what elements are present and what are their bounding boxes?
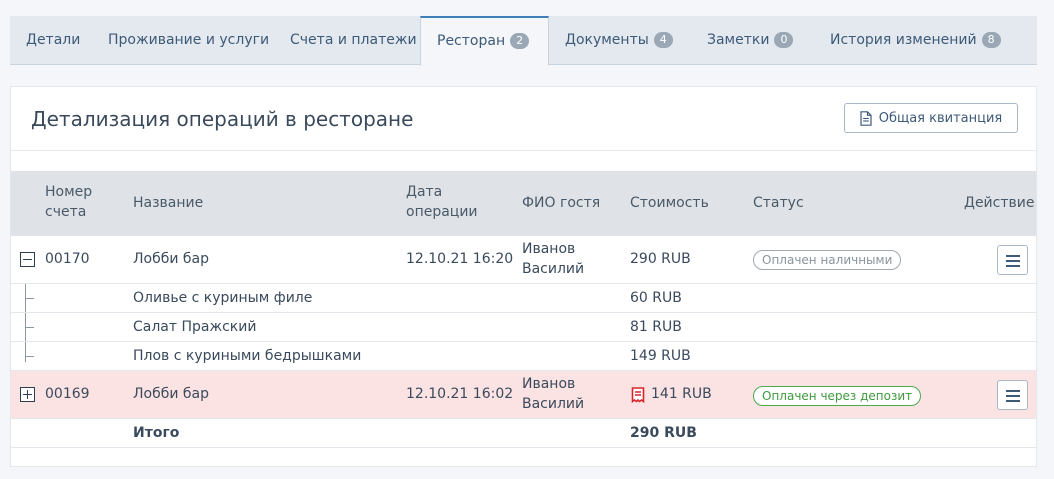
item-name: Плов с куриными бедрышками xyxy=(133,348,362,364)
order-date: 12.10.21 16:02 xyxy=(406,386,514,402)
guest-firstname: Василий xyxy=(522,396,585,412)
item-cost: 149 RUB xyxy=(630,348,691,364)
order-name: Лобби бар xyxy=(133,251,210,267)
header-date-line2: операции xyxy=(406,204,478,220)
status-badge: Оплачен через депозит xyxy=(753,386,922,406)
tab-label: Проживание и услуги xyxy=(108,32,270,48)
header-name: Название xyxy=(133,195,204,211)
list-item: Оливье с куриным филе 60 RUB xyxy=(11,284,1036,313)
item-name: Салат Пражский xyxy=(133,319,257,335)
guest-firstname: Василий xyxy=(522,261,585,277)
tab-label: История изменений xyxy=(830,32,977,48)
order-cost: 290 RUB xyxy=(630,251,691,267)
document-icon xyxy=(860,110,872,126)
tab-label: Счета и платежи xyxy=(290,32,417,48)
tab-label: Ресторан xyxy=(437,33,506,49)
tab-bills[interactable]: Счета и платежи xyxy=(290,16,417,65)
status-badge: Оплачен наличными xyxy=(753,250,902,270)
tab-badge: 0 xyxy=(774,32,794,48)
total-label: Итого xyxy=(133,425,180,441)
expand-icon[interactable] xyxy=(20,387,35,402)
total-cost: 290 RUB xyxy=(630,425,697,441)
table-header: Номер счета Название Дата операции ФИО г… xyxy=(11,171,1036,236)
restaurant-panel: Детализация операций в ресторане Общая к… xyxy=(10,86,1037,467)
list-item: Плов с куриными бедрышками 149 RUB xyxy=(11,342,1036,371)
header-cost: Стоимость xyxy=(630,195,709,211)
table-row: 00169 Лобби бар 12.10.21 16:02 Иванов Ва… xyxy=(11,371,1036,419)
tab-accommodation[interactable]: Проживание и услуги xyxy=(108,16,269,65)
row-menu-button[interactable] xyxy=(997,380,1028,410)
header-number: Номер счета xyxy=(45,182,92,222)
receipt-icon xyxy=(631,387,645,403)
guest-surname: Иванов xyxy=(522,241,576,257)
guest-surname: Иванов xyxy=(522,376,576,392)
general-receipt-button[interactable]: Общая квитанция xyxy=(844,103,1018,133)
guest-name: Иванов Василий xyxy=(522,374,584,414)
header-number-line1: Номер xyxy=(45,184,93,200)
header-guest: ФИО гостя xyxy=(522,195,601,211)
list-item: Салат Пражский 81 RUB xyxy=(11,313,1036,342)
order-name: Лобби бар xyxy=(133,386,210,402)
order-cost: 141 RUB xyxy=(651,386,712,402)
total-row: Итого 290 RUB xyxy=(11,419,1036,448)
item-name: Оливье с куриным филе xyxy=(133,290,313,306)
collapse-icon[interactable] xyxy=(20,252,35,267)
tab-bar: Детали Проживание и услуги Счета и плате… xyxy=(10,16,1037,66)
header-date-line1: Дата xyxy=(406,184,443,200)
tab-label: Детали xyxy=(26,32,81,48)
table-row: 00170 Лобби бар 12.10.21 16:20 Иванов Ва… xyxy=(11,236,1036,284)
guest-name: Иванов Василий xyxy=(522,239,584,279)
row-menu-button[interactable] xyxy=(997,245,1028,275)
header-number-line2: счета xyxy=(45,204,87,220)
page-title: Детализация операций в ресторане xyxy=(31,107,414,131)
tab-badge: 4 xyxy=(653,32,673,48)
tab-details[interactable]: Детали xyxy=(26,16,80,65)
tab-badge: 2 xyxy=(510,33,530,49)
tab-label: Документы xyxy=(565,32,649,48)
tab-history[interactable]: История изменений 8 xyxy=(830,16,1001,65)
header-status: Статус xyxy=(753,195,804,211)
general-receipt-label: Общая квитанция xyxy=(878,110,1003,126)
item-cost: 81 RUB xyxy=(630,319,682,335)
header-action: Действие xyxy=(964,195,1035,211)
tab-documents[interactable]: Документы 4 xyxy=(565,16,673,65)
tab-notes[interactable]: Заметки 0 xyxy=(707,16,794,65)
tab-restaurant[interactable]: Ресторан 2 xyxy=(420,16,549,66)
tab-badge: 8 xyxy=(981,32,1001,48)
order-number: 00169 xyxy=(45,386,90,402)
header-date: Дата операции xyxy=(406,182,478,222)
order-date: 12.10.21 16:20 xyxy=(406,251,514,267)
tab-label: Заметки xyxy=(707,32,770,48)
item-cost: 60 RUB xyxy=(630,290,682,306)
divider xyxy=(11,150,1036,151)
order-number: 00170 xyxy=(45,251,90,267)
